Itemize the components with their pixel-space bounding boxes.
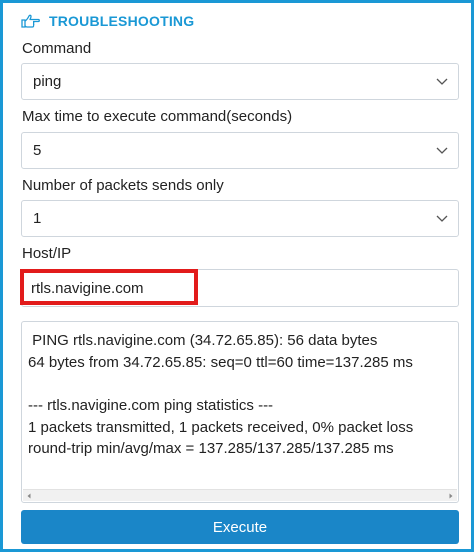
packets-select-value: 1 xyxy=(33,210,42,227)
output-line: --- rtls.navigine.com ping statistics --… xyxy=(28,397,274,414)
output-line: PING rtls.navigine.com (34.72.65.85): 56… xyxy=(28,332,378,349)
max-time-label: Max time to execute command(seconds) xyxy=(22,108,293,125)
chevron-down-icon xyxy=(436,147,448,154)
horizontal-scrollbar[interactable] xyxy=(23,489,457,501)
panel-header: TROUBLESHOOTING xyxy=(21,11,194,31)
output-line: round-trip min/avg/max = 137.285/137.285… xyxy=(28,440,394,457)
execute-button[interactable]: Execute xyxy=(21,510,459,544)
command-output[interactable]: PING rtls.navigine.com (34.72.65.85): 56… xyxy=(21,321,459,503)
troubleshooting-panel: TROUBLESHOOTING Command ping Max time to… xyxy=(0,0,474,552)
chevron-down-icon xyxy=(436,78,448,85)
output-line: 64 bytes from 34.72.65.85: seq=0 ttl=60 … xyxy=(28,354,413,371)
scroll-right-icon[interactable] xyxy=(447,492,455,500)
output-line: 1 packets transmitted, 1 packets receive… xyxy=(28,419,414,436)
packets-label: Number of packets sends only xyxy=(22,177,224,194)
packets-select[interactable]: 1 xyxy=(21,200,459,237)
panel-title: TROUBLESHOOTING xyxy=(49,13,195,29)
max-time-select[interactable]: 5 xyxy=(21,132,459,169)
command-label: Command xyxy=(22,40,92,57)
pointing-hand-icon xyxy=(21,13,41,29)
scroll-left-icon[interactable] xyxy=(25,492,33,500)
command-select[interactable]: ping xyxy=(21,63,459,100)
host-highlight-box xyxy=(20,269,198,305)
command-select-value: ping xyxy=(33,73,62,90)
chevron-down-icon xyxy=(436,215,448,222)
max-time-select-value: 5 xyxy=(33,142,42,159)
host-label: Host/IP xyxy=(22,245,72,262)
